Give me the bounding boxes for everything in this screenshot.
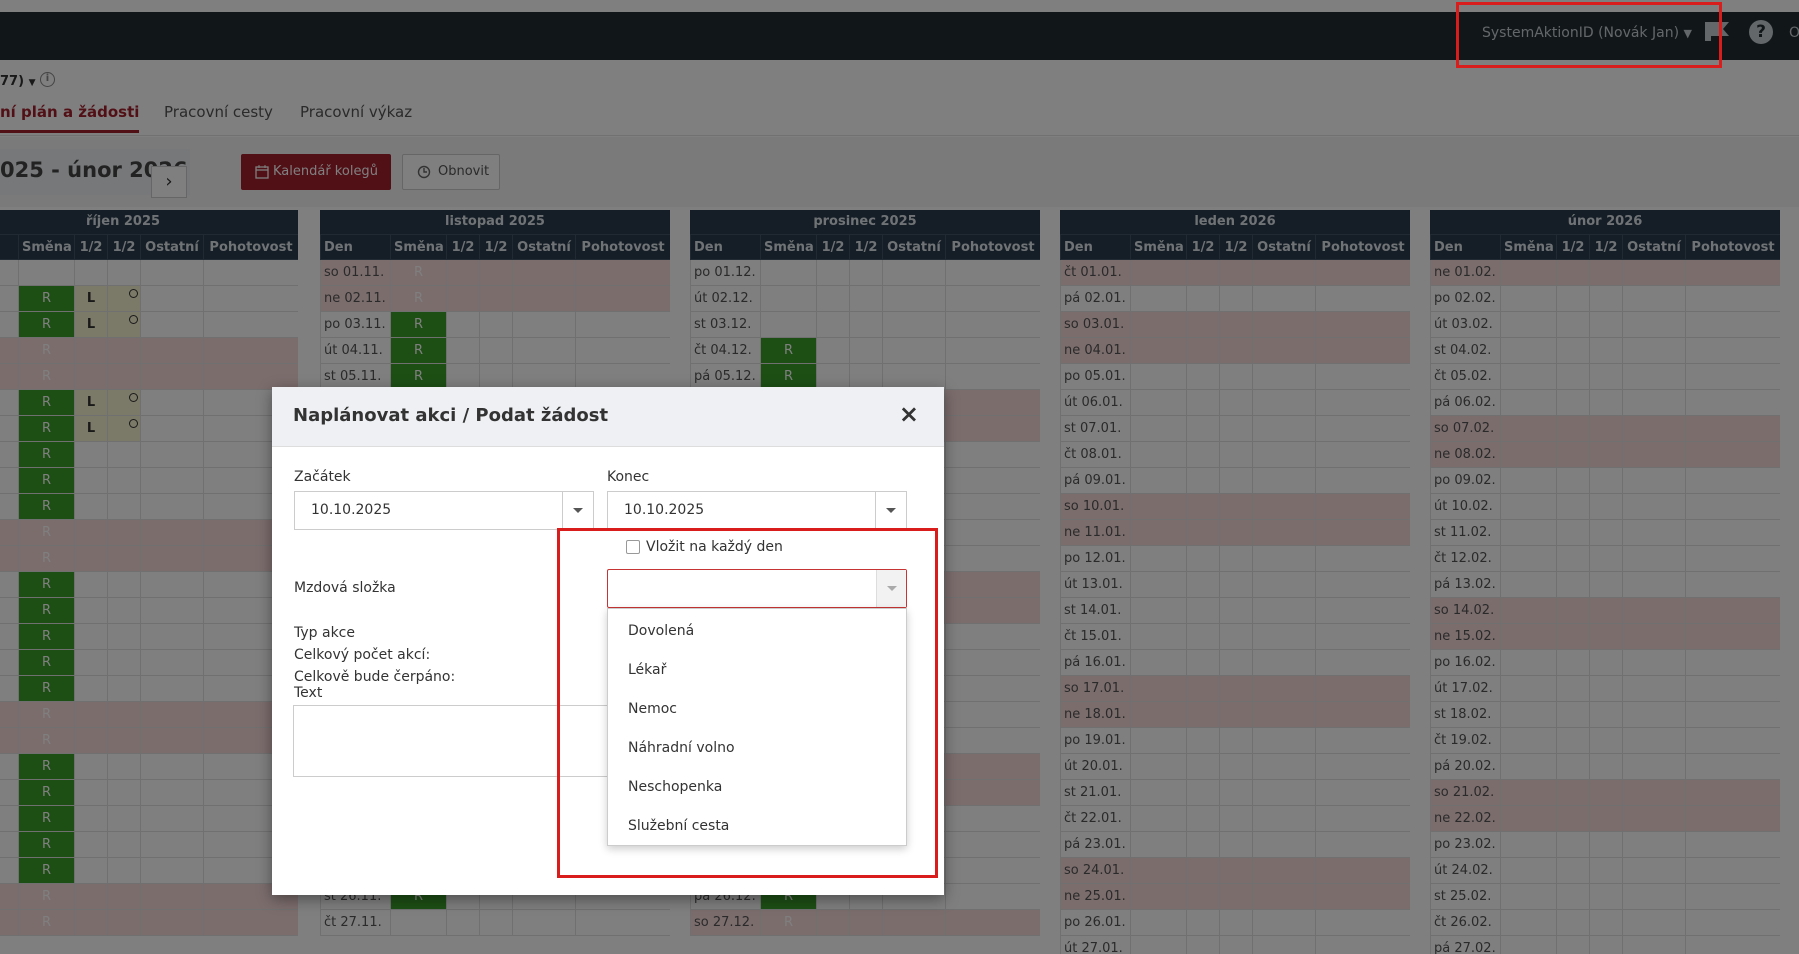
end-date-value: 10.10.2025 xyxy=(624,502,705,518)
user-highlight-box xyxy=(1456,2,1722,68)
action-type-label: Typ akce xyxy=(294,625,355,641)
total-drawn-label: Celkově bude čerpáno: xyxy=(294,669,456,685)
end-date-dropdown-icon[interactable] xyxy=(875,492,906,529)
total-count-label: Celkový počet akcí: xyxy=(294,647,431,663)
text-label: Text xyxy=(294,685,323,701)
app-stage: SystemAktionID (Novák Jan) ▼ ? O 77) ▼ i… xyxy=(0,0,1799,954)
start-date-field[interactable]: 10.10.2025 xyxy=(294,491,594,530)
close-icon[interactable]: × xyxy=(899,402,919,426)
start-date-value: 10.10.2025 xyxy=(311,502,392,518)
end-date-field[interactable]: 10.10.2025 xyxy=(607,491,907,530)
start-label: Začátek xyxy=(294,469,351,485)
end-label: Konec xyxy=(607,469,650,485)
payroll-label: Mzdová složka xyxy=(294,580,396,596)
dropdown-highlight-box xyxy=(557,528,938,878)
dialog-title: Naplánovat akci / Podat žádost xyxy=(293,405,609,426)
dialog-header: Naplánovat akci / Podat žádost × xyxy=(272,387,944,447)
start-date-dropdown-icon[interactable] xyxy=(562,492,593,529)
